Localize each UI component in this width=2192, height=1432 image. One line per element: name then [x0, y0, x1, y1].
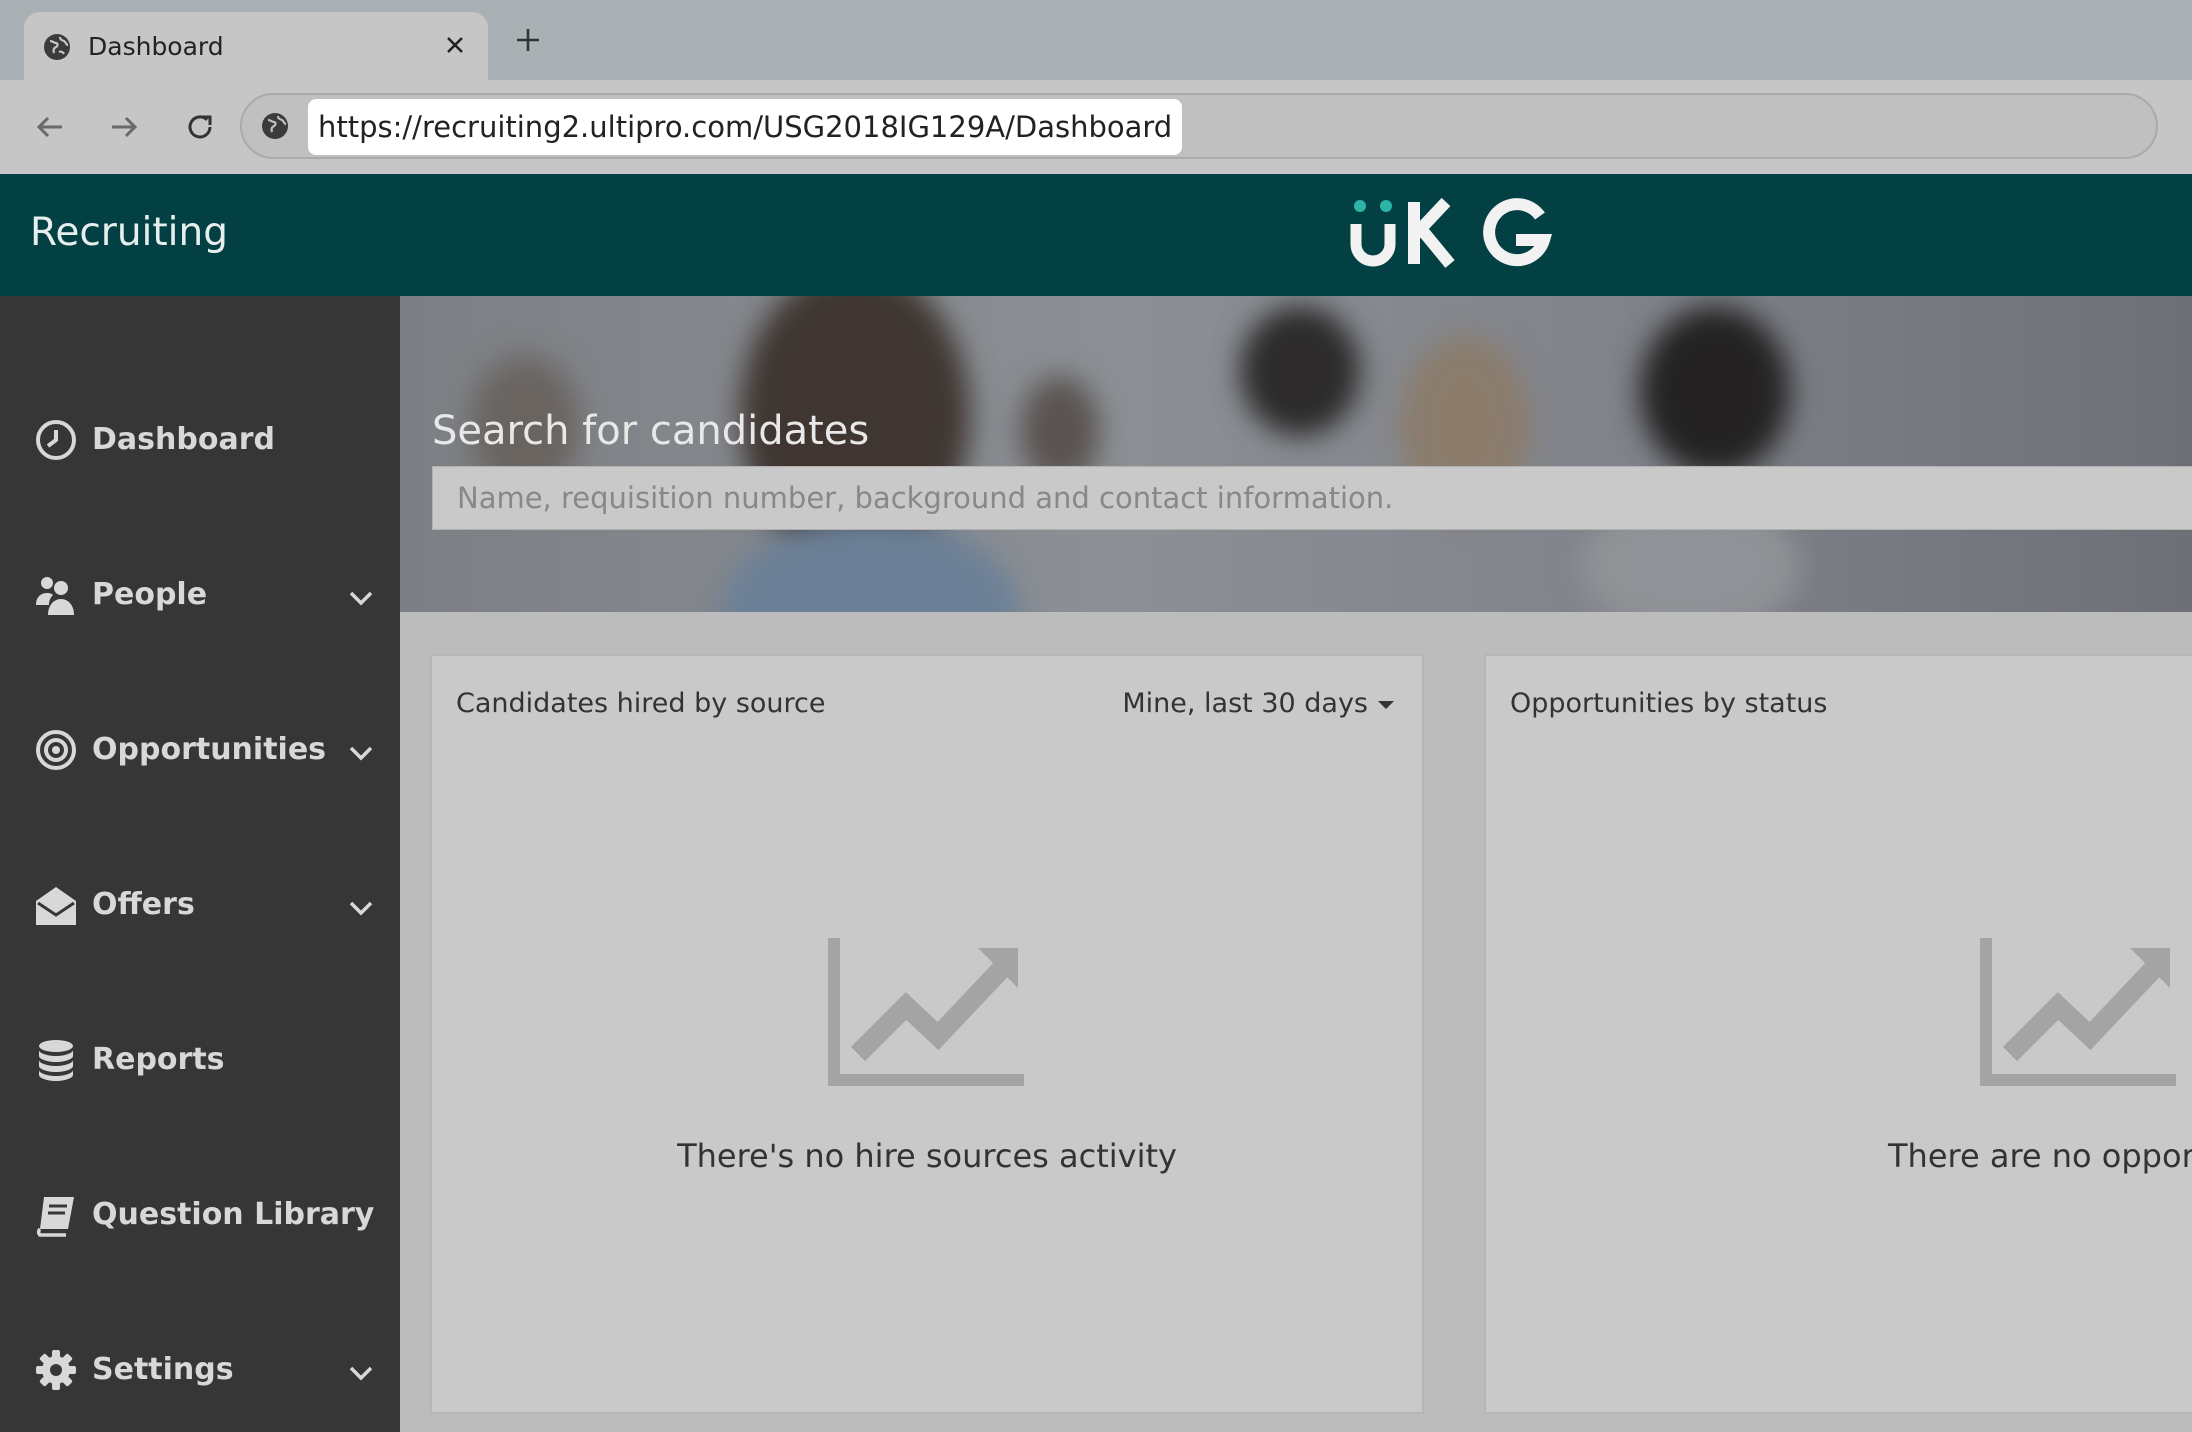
- chevron-down-icon[interactable]: [344, 736, 378, 770]
- sidebar-item-settings[interactable]: Settings: [0, 1330, 400, 1410]
- close-icon[interactable]: [440, 30, 470, 60]
- sidebar-item-label: Dashboard: [92, 422, 275, 457]
- chevron-down-icon[interactable]: [344, 1356, 378, 1390]
- arrow-left-icon[interactable]: [30, 107, 70, 147]
- arrow-right-icon[interactable]: [104, 107, 144, 147]
- clock-icon: [36, 420, 76, 460]
- app-header: Recruiting: [0, 174, 2192, 296]
- background-photo: [1240, 306, 1360, 436]
- envelope-open-icon: [36, 887, 76, 925]
- card-candidates-hired-by-source: Candidates hired by source Mine, last 30…: [430, 654, 1424, 1414]
- book-icon: [36, 1197, 74, 1237]
- sidebar-item-offers[interactable]: Offers: [0, 865, 400, 945]
- sidebar-item-label: Offers: [92, 887, 195, 922]
- sidebar-item-label: Reports: [92, 1042, 225, 1077]
- sidebar-item-label: Opportunities: [92, 732, 327, 767]
- site-info-icon[interactable]: [260, 111, 290, 141]
- sidebar-item-label: Settings: [92, 1352, 234, 1387]
- browser-toolbar: https://recruiting2.ultipro.com/USG2018I…: [0, 80, 2192, 174]
- reload-icon[interactable]: [180, 107, 220, 147]
- browser-tab-strip: Dashboard: [0, 0, 2192, 80]
- browser-tab[interactable]: Dashboard: [24, 12, 488, 80]
- card-opportunities-by-status: Opportunities by status There are no opp…: [1484, 654, 2192, 1414]
- sidebar-item-label: Question Library: [92, 1197, 375, 1232]
- plus-icon[interactable]: [510, 22, 546, 58]
- search-title: Search for candidates: [432, 408, 870, 454]
- line-chart-icon: [1980, 938, 2176, 1086]
- people-icon: [36, 577, 74, 615]
- chevron-down-icon[interactable]: [344, 581, 378, 615]
- caret-down-icon: [1378, 700, 1394, 709]
- gear-icon: [36, 1350, 76, 1390]
- card-title: Candidates hired by source: [456, 688, 826, 719]
- ukg-logo: [1350, 197, 1553, 268]
- url-text[interactable]: https://recruiting2.ultipro.com/USG2018I…: [308, 99, 1183, 155]
- chevron-down-icon[interactable]: [344, 891, 378, 925]
- database-icon: [39, 1040, 73, 1081]
- search-input[interactable]: [433, 467, 2192, 529]
- sidebar-item-question-library[interactable]: Question Library: [0, 1175, 400, 1255]
- sidebar-item-label: People: [92, 577, 208, 612]
- candidate-search[interactable]: [432, 466, 2192, 530]
- tab-title: Dashboard: [88, 32, 224, 61]
- filter-dropdown[interactable]: Mine, last 30 days: [1122, 686, 1394, 722]
- address-bar[interactable]: https://recruiting2.ultipro.com/USG2018I…: [240, 93, 2158, 159]
- sidebar-item-people[interactable]: People: [0, 555, 400, 635]
- sidebar-item-reports[interactable]: Reports: [0, 1020, 400, 1100]
- empty-state-text: There's no hire sources activity: [677, 1137, 1177, 1175]
- line-chart-icon: [828, 938, 1024, 1086]
- sidebar-item-dashboard[interactable]: Dashboard: [0, 400, 400, 480]
- app-title: Recruiting: [30, 210, 228, 255]
- sidebar-item-opportunities[interactable]: Opportunities: [0, 710, 400, 790]
- background-photo: [1640, 306, 1790, 476]
- sidebar: Dashboard People Opportunities Offers Re…: [0, 296, 400, 1432]
- hero-banner: Search for candidates: [400, 296, 2192, 612]
- card-title: Opportunities by status: [1510, 688, 1828, 719]
- empty-state-text: There are no opportu: [1888, 1137, 2192, 1175]
- filter-label: Mine, last 30 days: [1122, 688, 1368, 719]
- globe-icon: [44, 34, 70, 60]
- background-photo: [720, 516, 1020, 612]
- target-icon: [36, 730, 76, 770]
